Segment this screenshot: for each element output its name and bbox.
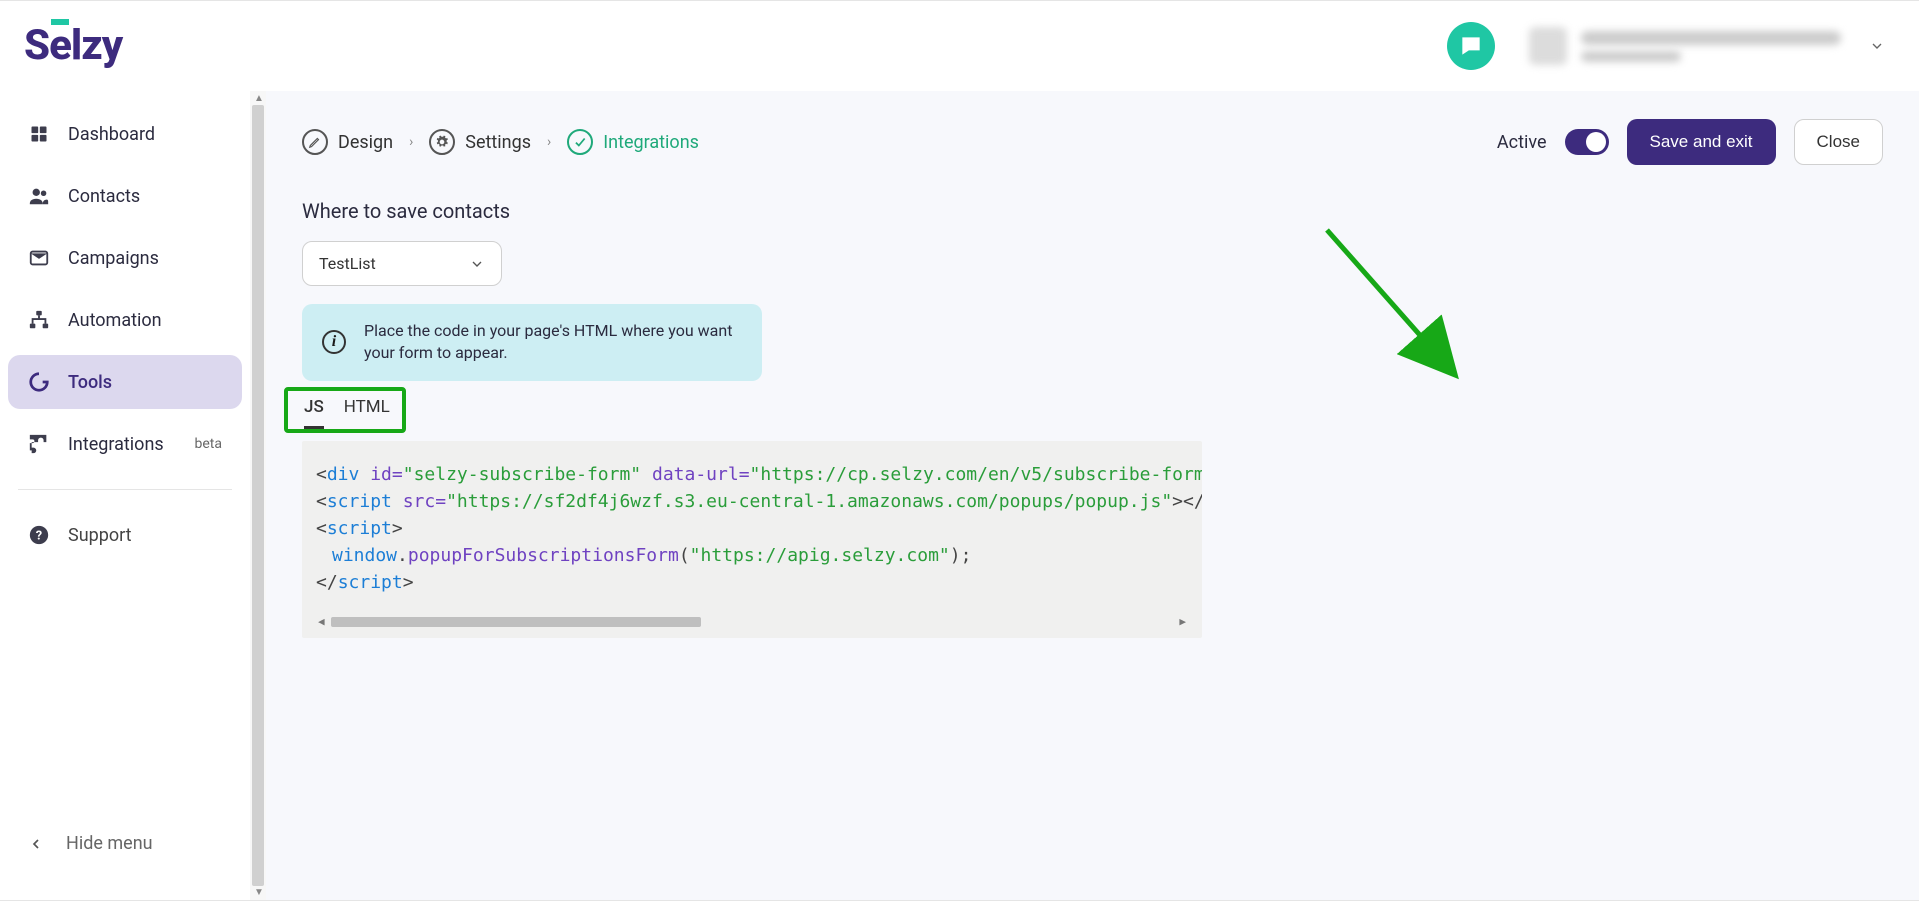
sidebar-item-automation[interactable]: Automation	[8, 293, 242, 347]
code-line: window.popupForSubscriptionsForm("https:…	[316, 542, 1188, 569]
support-label: Support	[68, 525, 132, 546]
hide-menu-label: Hide menu	[66, 833, 153, 854]
copy-icon[interactable]	[1180, 441, 1196, 444]
sidebar-item-campaigns[interactable]: Campaigns	[8, 231, 242, 285]
sidebar-item-label: Dashboard	[68, 124, 155, 145]
info-icon: i	[322, 330, 346, 354]
breadcrumb-label: Integrations	[603, 132, 699, 153]
breadcrumb-separator: ›	[545, 134, 553, 150]
topbar: Selzy	[0, 1, 1919, 91]
breadcrumb-integrations[interactable]: Integrations	[567, 129, 699, 155]
info-banner: i Place the code in your page's HTML whe…	[302, 304, 762, 381]
pencil-icon	[302, 129, 328, 155]
dashboard-icon	[28, 123, 50, 145]
contacts-icon	[28, 185, 50, 207]
scrollbar-horizontal[interactable]: ◀ ▶	[316, 614, 1188, 631]
sidebar-item-label: Contacts	[68, 186, 140, 207]
breadcrumb-label: Settings	[465, 132, 531, 153]
main-content: Design › Settings › Integrations	[266, 91, 1919, 900]
breadcrumb-separator: ›	[407, 134, 415, 150]
breadcrumb-design[interactable]: Design	[302, 129, 393, 155]
tools-icon	[28, 371, 50, 393]
user-id	[1581, 51, 1681, 62]
code-line: <script src="https://sf2df4j6wzf.s3.eu-c…	[316, 488, 1188, 515]
select-value: TestList	[319, 254, 376, 273]
sidebar-item-dashboard[interactable]: Dashboard	[8, 107, 242, 161]
sidebar-item-contacts[interactable]: Contacts	[8, 169, 242, 223]
code-line: <script>	[316, 515, 1188, 542]
chat-icon[interactable]	[1447, 22, 1495, 70]
help-icon: ?	[28, 524, 50, 546]
campaigns-icon	[28, 247, 50, 269]
sidebar-item-support[interactable]: ? Support	[8, 508, 242, 562]
breadcrumb-label: Design	[338, 132, 393, 153]
automation-icon	[28, 309, 50, 331]
chevron-down-icon	[1869, 38, 1885, 54]
gear-icon	[429, 129, 455, 155]
sidebar-item-integrations[interactable]: Integrations beta	[8, 417, 242, 471]
code-tabs: JS HTML	[284, 387, 406, 433]
sidebar-item-tools[interactable]: Tools	[8, 355, 242, 409]
integrations-icon	[28, 433, 50, 455]
check-icon	[567, 129, 593, 155]
hide-menu-button[interactable]: Hide menu	[8, 817, 242, 870]
avatar	[1529, 27, 1567, 65]
user-email	[1581, 31, 1841, 45]
sidebar: Dashboard Contacts Campaigns	[0, 91, 250, 900]
sidebar-item-label: Campaigns	[68, 248, 159, 269]
code-line: <div id="selzy-subscribe-form" data-url=…	[316, 461, 1188, 488]
scrollbar-vertical[interactable]: ▲ ▼	[250, 91, 266, 900]
tab-html[interactable]: HTML	[344, 397, 390, 421]
svg-text:?: ?	[36, 529, 42, 544]
code-line: </script>	[316, 569, 1188, 596]
sidebar-item-label: Tools	[68, 372, 112, 393]
logo[interactable]: Selzy	[24, 25, 122, 67]
close-button[interactable]: Close	[1794, 119, 1883, 165]
breadcrumb-settings[interactable]: Settings	[429, 129, 531, 155]
user-menu[interactable]	[1519, 21, 1895, 71]
list-select[interactable]: TestList	[302, 241, 502, 286]
info-text: Place the code in your page's HTML where…	[364, 320, 742, 365]
active-toggle[interactable]	[1565, 129, 1609, 155]
chevron-down-icon	[469, 256, 485, 272]
beta-badge: beta	[195, 436, 222, 452]
chevron-left-icon	[28, 836, 44, 852]
section-title: Where to save contacts	[302, 199, 1883, 223]
sidebar-item-label: Automation	[68, 310, 162, 331]
sidebar-item-label: Integrations	[68, 434, 164, 455]
breadcrumb: Design › Settings › Integrations	[302, 119, 1883, 165]
tab-js[interactable]: JS	[304, 397, 324, 421]
save-button[interactable]: Save and exit	[1627, 119, 1776, 165]
code-block: <div id="selzy-subscribe-form" data-url=…	[302, 441, 1202, 639]
active-label: Active	[1497, 132, 1547, 153]
